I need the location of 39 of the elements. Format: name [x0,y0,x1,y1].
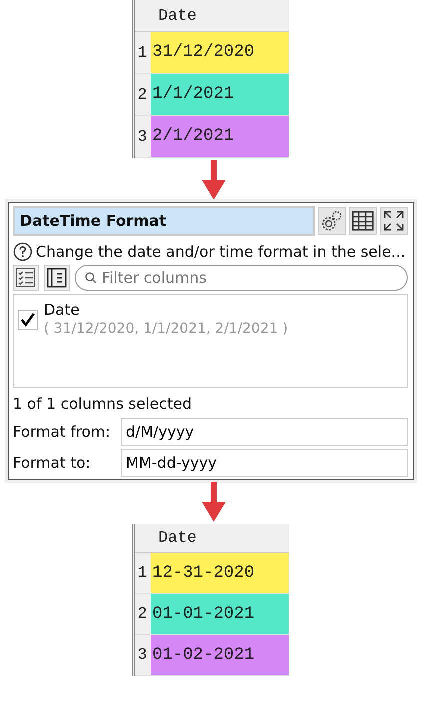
table-cell: 31/12/2020 [150,32,288,73]
row-number: 1 [136,42,148,64]
checkbox[interactable] [18,310,38,330]
field-label: Format to: [13,454,92,472]
settings-button[interactable] [318,207,346,235]
selection-status: 1 of 1 columns selected [13,395,193,415]
help-icon[interactable] [13,242,33,262]
list-button[interactable] [44,265,70,291]
down-arrow-icon [202,160,226,200]
search-icon [85,272,97,284]
column-header: Date [158,529,197,547]
field-label: Format from: [13,423,112,441]
column-values: ( 31/12/2020, 1/1/2021, 2/1/2021 ) [44,321,288,337]
expand-icon [382,209,406,233]
table-view-button[interactable] [349,207,377,235]
table-icon [351,210,375,232]
table-cell: 01-01-2021 [150,594,288,634]
column-header: Date [158,6,197,24]
table-cell: 12-31-2020 [150,553,288,593]
select-all-button[interactable] [13,265,39,291]
format-field[interactable]: MM-dd-yyyy [121,449,408,477]
table-cell: 2/1/2021 [150,116,288,157]
checklist-icon [16,268,36,288]
gears-icon [320,209,344,233]
panel-title: DateTime Format [13,206,315,236]
down-arrow-icon [202,482,226,522]
maximize-button[interactable] [380,207,408,235]
table-cell: 01-02-2021 [150,635,288,675]
row-number: 2 [136,84,148,106]
format-field[interactable]: d/M/yyyy [121,418,408,446]
help-text: Change the date and/or time format in the sele... [36,243,406,261]
row-number: 1 [136,563,148,584]
row-number: 3 [136,126,148,148]
column-name: Date [44,301,81,319]
row-number: 3 [136,645,148,666]
filter-field[interactable]: Filter columns [75,265,408,291]
row-number: 2 [136,604,148,625]
table-cell: 1/1/2021 [150,74,288,115]
list-icon [47,268,67,288]
